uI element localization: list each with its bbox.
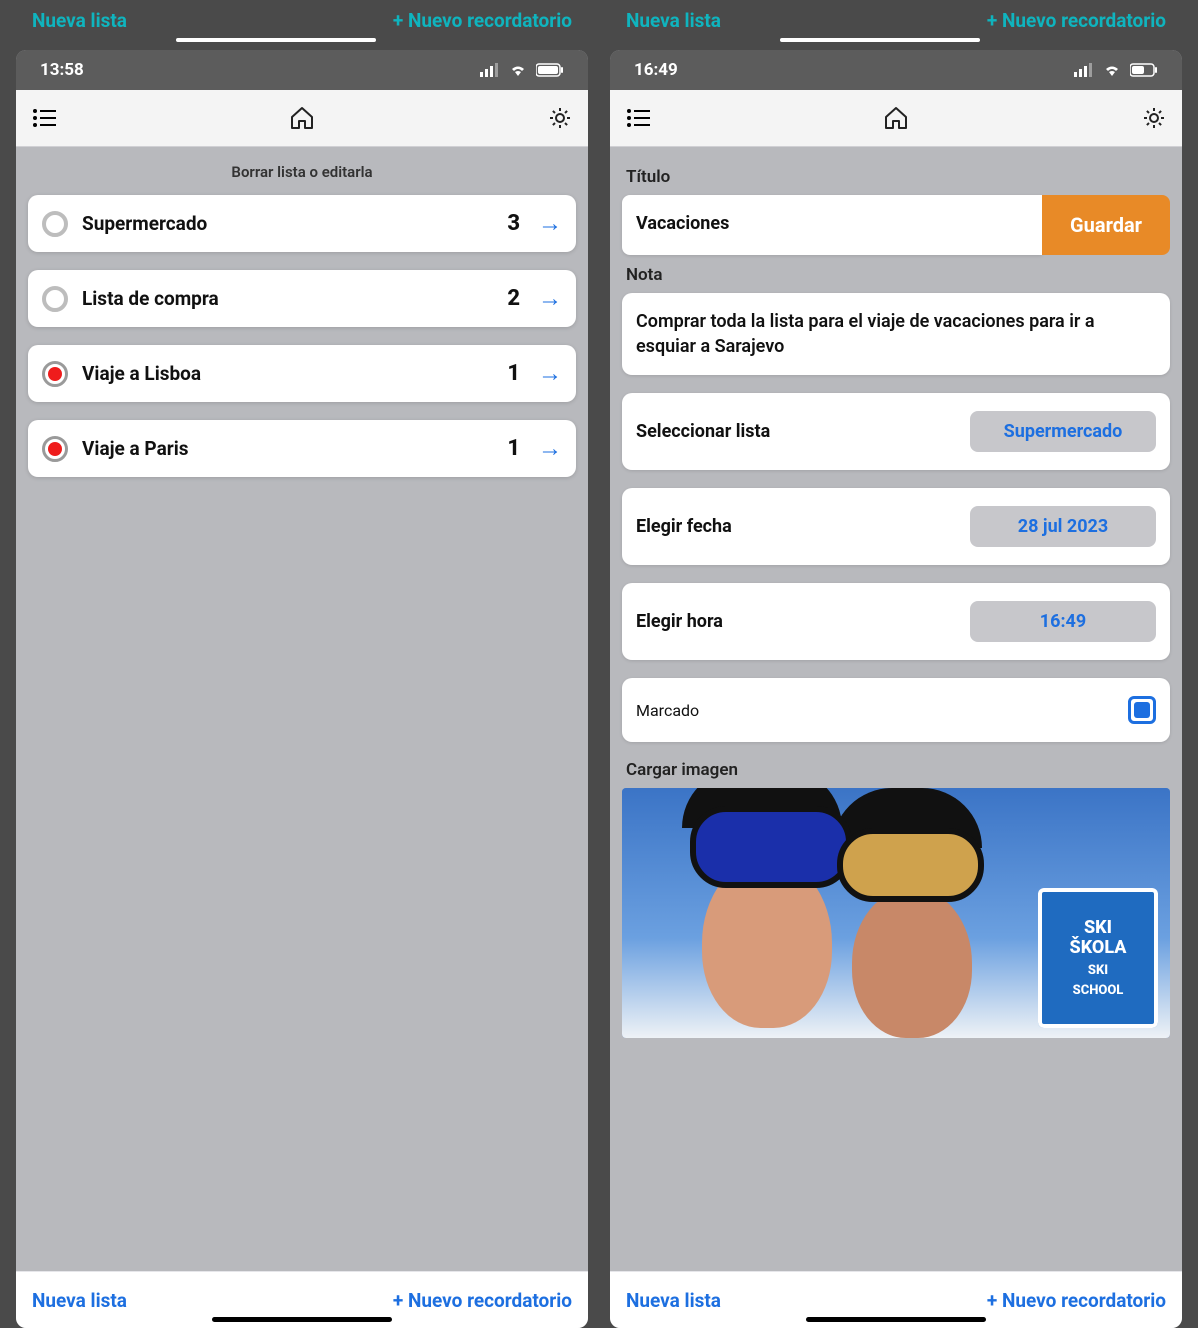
battery-icon — [536, 63, 564, 77]
pick-date-value[interactable]: 28 jul 2023 — [970, 506, 1156, 547]
chevron-right-icon[interactable]: → — [538, 284, 562, 313]
photo-shape — [690, 806, 852, 888]
pick-date-label: Elegir fecha — [636, 516, 732, 537]
title-input[interactable]: Vacaciones — [622, 195, 1042, 255]
floating-actions-right: Nueva lista + Nuevo recordatorio — [610, 0, 1182, 40]
title-row: Vacaciones Guardar — [622, 195, 1170, 255]
sign-line: ŠKOLA — [1070, 938, 1127, 958]
chevron-right-icon[interactable]: → — [538, 434, 562, 463]
list-status-dot-active — [42, 436, 68, 462]
sign-line: SKI — [1084, 918, 1112, 938]
list-item-count: 1 — [507, 436, 520, 461]
chevron-right-icon[interactable]: → — [538, 359, 562, 388]
wifi-icon — [508, 63, 528, 77]
list-item[interactable]: Viaje a Paris 1 → — [28, 420, 576, 477]
note-input[interactable]: Comprar toda la lista para el viaje de v… — [622, 293, 1170, 375]
list-item-count: 1 — [507, 361, 520, 386]
attached-photo[interactable]: SKI ŠKOLA SKI SCHOOL — [622, 788, 1170, 1038]
pick-time-label: Elegir hora — [636, 611, 723, 632]
photo-shape — [852, 888, 972, 1038]
pick-date-row[interactable]: Elegir fecha 28 jul 2023 — [622, 488, 1170, 565]
new-list-button[interactable]: Nueva lista — [626, 1289, 721, 1312]
status-bar: 13:58 — [16, 50, 588, 90]
select-list-row[interactable]: Seleccionar lista Supermercado — [622, 393, 1170, 470]
list-item-title: Lista de compra — [82, 287, 493, 310]
marked-checkbox[interactable] — [1128, 696, 1156, 724]
list-status-dot — [42, 211, 68, 237]
new-reminder-button[interactable]: + Nuevo recordatorio — [393, 1289, 572, 1312]
status-time: 16:49 — [634, 60, 678, 80]
new-list-link[interactable]: Nueva lista — [626, 9, 721, 32]
pick-time-row[interactable]: Elegir hora 16:49 — [622, 583, 1170, 660]
footer-bar: Nueva lista + Nuevo recordatorio — [16, 1271, 588, 1328]
footer-bar: Nueva lista + Nuevo recordatorio — [610, 1271, 1182, 1328]
home-indicator — [806, 1317, 986, 1322]
nav-bar — [610, 90, 1182, 147]
cellular-icon — [1074, 63, 1094, 77]
save-button[interactable]: Guardar — [1042, 195, 1170, 255]
status-time: 13:58 — [40, 60, 84, 80]
sign-line: SKI — [1088, 964, 1108, 978]
new-list-link[interactable]: Nueva lista — [32, 9, 127, 32]
title-label: Título — [626, 167, 1166, 187]
home-indicator — [212, 1317, 392, 1322]
list-item-title: Viaje a Paris — [82, 437, 493, 460]
select-list-label: Seleccionar lista — [636, 421, 770, 442]
pick-time-value[interactable]: 16:49 — [970, 601, 1156, 642]
wifi-icon — [1102, 63, 1122, 77]
new-reminder-button[interactable]: + Nuevo recordatorio — [987, 1289, 1166, 1312]
list-item-count: 2 — [507, 286, 520, 311]
select-list-value[interactable]: Supermercado — [970, 411, 1156, 452]
gear-icon[interactable] — [1142, 106, 1166, 130]
marked-row[interactable]: Marcado — [622, 678, 1170, 742]
edit-hint: Borrar lista o editarla — [28, 163, 576, 181]
list-icon[interactable] — [626, 108, 650, 128]
content-form: Título Vacaciones Guardar Nota Comprar t… — [610, 147, 1182, 1271]
list-item[interactable]: Supermercado 3 → — [28, 195, 576, 252]
status-icons — [480, 63, 564, 77]
gear-icon[interactable] — [548, 106, 572, 130]
home-indicator-small — [780, 38, 980, 42]
phone-right: 16:49 — [610, 50, 1182, 1328]
list-item-title: Viaje a Lisboa — [82, 362, 493, 385]
left-phone-container: Nueva lista + Nuevo recordatorio 13:58 — [16, 0, 588, 1328]
photo-sign: SKI ŠKOLA SKI SCHOOL — [1038, 888, 1158, 1028]
list-item[interactable]: Viaje a Lisboa 1 → — [28, 345, 576, 402]
new-reminder-link[interactable]: + Nuevo recordatorio — [987, 9, 1166, 32]
status-icons — [1074, 63, 1158, 77]
battery-icon — [1130, 63, 1158, 77]
list-item-count: 3 — [507, 211, 520, 236]
new-reminder-link[interactable]: + Nuevo recordatorio — [393, 9, 572, 32]
content-lists: Borrar lista o editarla Supermercado 3 →… — [16, 147, 588, 1271]
right-phone-container: Nueva lista + Nuevo recordatorio 16:49 — [610, 0, 1182, 1328]
note-label: Nota — [626, 265, 1166, 285]
chevron-right-icon[interactable]: → — [538, 209, 562, 238]
status-bar: 16:49 — [610, 50, 1182, 90]
floating-actions-left: Nueva lista + Nuevo recordatorio — [16, 0, 588, 40]
nav-bar — [16, 90, 588, 147]
photo-shape — [837, 828, 984, 902]
home-icon[interactable] — [883, 105, 909, 131]
sign-line: SCHOOL — [1073, 984, 1124, 998]
cellular-icon — [480, 63, 500, 77]
list-item-title: Supermercado — [82, 212, 493, 235]
load-image-label: Cargar imagen — [626, 760, 1166, 780]
home-indicator-small — [176, 38, 376, 42]
new-list-button[interactable]: Nueva lista — [32, 1289, 127, 1312]
phone-left: 13:58 — [16, 50, 588, 1328]
list-status-dot — [42, 286, 68, 312]
list-status-dot-active — [42, 361, 68, 387]
home-icon[interactable] — [289, 105, 315, 131]
marked-label: Marcado — [636, 701, 699, 720]
list-icon[interactable] — [32, 108, 56, 128]
list-item[interactable]: Lista de compra 2 → — [28, 270, 576, 327]
